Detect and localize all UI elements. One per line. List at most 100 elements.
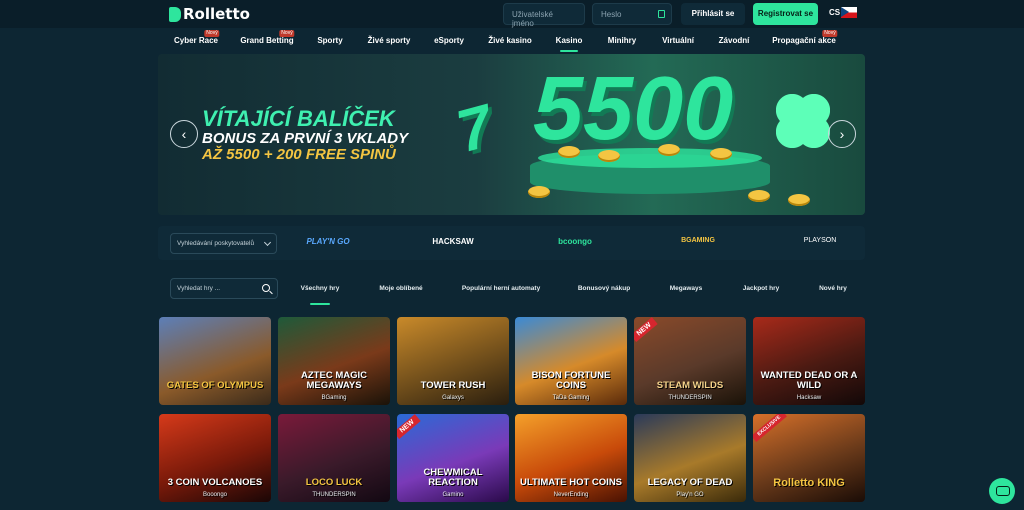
game-title: AZTEC MAGIC MEGAWAYS [301, 370, 367, 391]
game-tile[interactable]: ULTIMATE HOT COINS NeverEnding [515, 414, 627, 502]
banner-prev-button[interactable]: ‹ [170, 120, 198, 148]
tab-favorites[interactable]: Moje oblíbené [379, 285, 422, 292]
game-tile[interactable]: LEGACY OF DEAD Play'n GO [634, 414, 746, 502]
nav-grand-betting[interactable]: Grand Betting [240, 36, 293, 45]
coin-icon [558, 146, 580, 158]
username-field[interactable]: Uživatelské jméno [503, 3, 585, 28]
banner-big-number: 5500 [533, 59, 734, 159]
banner-offer: AŽ 5500 + 200 FREE SPINŮ [202, 146, 396, 163]
nav-new-badge: Nový [279, 30, 295, 37]
nav-minigames[interactable]: Minihry [608, 36, 636, 45]
nav-new-badge: Nový [204, 30, 220, 37]
game-search-placeholder: Vyhledat hry ... [177, 285, 221, 292]
username-placeholder: Uživatelské jméno [512, 10, 553, 28]
game-title: WANTED DEAD OR A WILD [760, 370, 858, 391]
game-tile[interactable]: TOWER RUSH Galaxys [397, 317, 509, 405]
nav-new-badge: Nový [822, 30, 838, 37]
password-placeholder: Heslo [601, 10, 622, 19]
nav-live-sports[interactable]: Živé sporty [368, 36, 411, 45]
promo-banner[interactable]: VÍTAJÍCÍ BALÍČEK BONUS ZA PRVNÍ 3 VKLADY… [158, 54, 865, 215]
register-button[interactable]: Registrovat se [753, 3, 818, 25]
provider-logo-bgaming[interactable]: BGAMING [681, 237, 715, 244]
coin-icon [710, 148, 732, 160]
provider-search-placeholder: Vyhledávání poskytovatelů [177, 240, 255, 247]
game-tile[interactable]: NEW CHEWMICAL REACTION Gamino [397, 414, 509, 502]
game-tile[interactable]: GATES OF OLYMPUS [159, 317, 271, 405]
game-tile[interactable]: AZTEC MAGIC MEGAWAYS BGaming [278, 317, 390, 405]
coin-icon [598, 150, 620, 162]
game-provider: THUNDERSPIN [312, 492, 356, 498]
banner-next-button[interactable]: › [828, 120, 856, 148]
login-button[interactable]: Přihlásit se [681, 3, 745, 25]
seven-symbol-icon: 7 [449, 91, 500, 166]
chevron-left-icon: ‹ [181, 126, 187, 142]
tab-new-games[interactable]: Nové hry [819, 285, 847, 292]
game-tile[interactable]: WANTED DEAD OR A WILD Hacksaw [753, 317, 865, 405]
game-title: TOWER RUSH [420, 380, 486, 391]
game-tile[interactable]: BISON FORTUNE COINS TaDa Gaming [515, 317, 627, 405]
tab-megaways[interactable]: Megaways [670, 285, 703, 292]
nav-racing[interactable]: Závodní [719, 36, 750, 45]
game-provider: NeverEnding [553, 492, 589, 498]
logo-text: Rolletto [183, 5, 250, 23]
password-field[interactable]: Heslo [592, 3, 672, 25]
provider-logo-hacksaw[interactable]: HACKSAW [432, 237, 473, 246]
main-nav: Cyber Race Nový Grand Betting Nový Sport… [0, 28, 1024, 52]
game-provider: Galaxys [442, 395, 464, 401]
nav-promotions[interactable]: Propagační akce [772, 36, 836, 45]
game-title: CHEWMICAL REACTION [423, 467, 483, 488]
provider-logo-playngo[interactable]: PLAY'N GO [306, 237, 349, 246]
language-code[interactable]: CS [829, 8, 840, 17]
banner-headline: VÍTAJÍCÍ BALÍČEK [202, 106, 395, 131]
tab-all-games[interactable]: Všechny hry [301, 285, 340, 292]
nav-active-indicator [560, 50, 578, 52]
game-provider: BGaming [321, 395, 347, 401]
coin-icon [658, 144, 680, 156]
game-provider: Hacksaw [796, 395, 822, 401]
game-provider: TaDa Gaming [552, 395, 590, 401]
chevron-right-icon: › [839, 126, 845, 142]
coin-icon [788, 194, 810, 206]
nav-esports[interactable]: eSporty [434, 36, 464, 45]
new-badge: NEW [397, 414, 421, 440]
provider-logo-playson[interactable]: PLAYSON [804, 237, 837, 244]
game-tile[interactable]: NEW STEAM WILDS THUNDERSPIN [634, 317, 746, 405]
site-logo[interactable]: Rolletto [169, 5, 250, 23]
game-search-input[interactable]: Vyhledat hry ... [170, 278, 278, 299]
nav-sporty[interactable]: Sporty [317, 36, 342, 45]
tab-jackpot-games[interactable]: Jackpot hry [743, 285, 780, 292]
game-title: ULTIMATE HOT COINS [519, 477, 623, 488]
banner-subline: BONUS ZA PRVNÍ 3 VKLADY [202, 130, 409, 147]
game-title: LEGACY OF DEAD [647, 477, 733, 488]
top-bar: Rolletto Uživatelské jméno Heslo Přihlás… [0, 0, 1024, 28]
coin-icon [528, 186, 550, 198]
new-badge: NEW [634, 317, 658, 343]
coin-icon [748, 190, 770, 202]
game-title: STEAM WILDS [656, 380, 724, 391]
game-filter-bar: Vyhledat hry ... Všechny hry Moje oblíbe… [158, 268, 865, 308]
game-provider: Booongo [202, 492, 228, 498]
provider-bar: Vyhledávání poskytovatelů PLAY'N GO HACK… [158, 226, 865, 260]
chat-button[interactable] [989, 478, 1015, 504]
game-provider: Play'n GO [676, 492, 704, 498]
exclusive-badge: EXCLUSIVE [753, 414, 788, 443]
tab-popular-slots[interactable]: Populární herní automaty [462, 285, 540, 292]
game-tile[interactable]: EXCLUSIVE Rolletto KING [753, 414, 865, 502]
game-title: Rolletto KING [773, 477, 845, 489]
nav-virtual[interactable]: Virtuální [662, 36, 694, 45]
game-tile[interactable]: 3 COIN VOLCANOES Booongo [159, 414, 271, 502]
game-title: 3 COIN VOLCANOES [167, 477, 263, 488]
provider-logo-booongo[interactable]: bcoongo [558, 237, 592, 246]
nav-casino[interactable]: Kasino [556, 36, 583, 45]
search-icon[interactable] [262, 284, 270, 292]
game-tile[interactable]: LOCO LUCK THUNDERSPIN [278, 414, 390, 502]
game-title: LOCO LUCK [305, 477, 363, 488]
tab-active-indicator [310, 303, 330, 305]
czech-flag-icon[interactable] [841, 7, 857, 18]
nav-cyber-race[interactable]: Cyber Race [174, 36, 218, 45]
clover-icon [776, 94, 830, 148]
tab-bonus-buy[interactable]: Bonusový nákup [578, 285, 630, 292]
nav-live-casino[interactable]: Živé kasino [488, 36, 532, 45]
chevron-down-icon [263, 238, 272, 247]
provider-search-dropdown[interactable]: Vyhledávání poskytovatelů [170, 233, 277, 254]
